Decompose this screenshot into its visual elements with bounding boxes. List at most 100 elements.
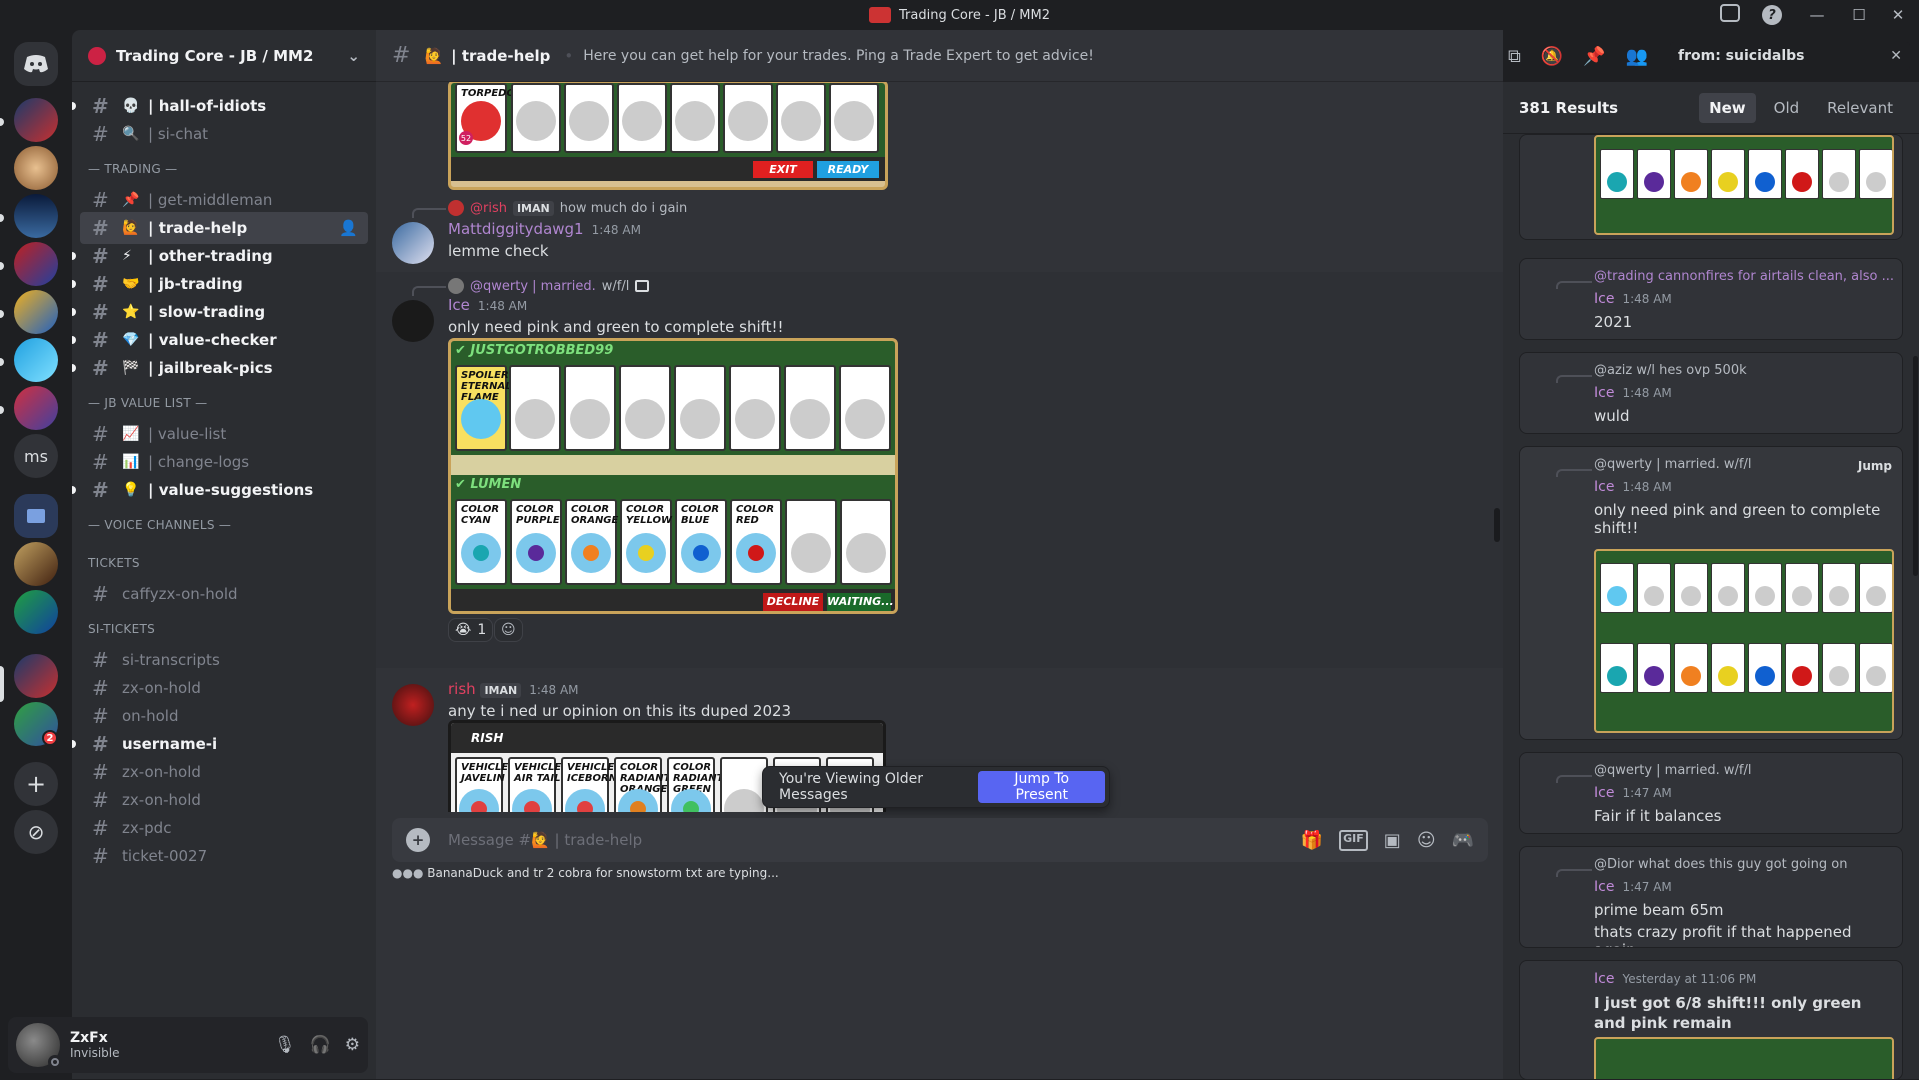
- members-icon[interactable]: 👥: [1626, 46, 1648, 67]
- server-icon-trade-core[interactable]: [14, 654, 58, 698]
- channel-item[interactable]: # caffyzx-on-hold: [80, 578, 368, 610]
- clear-search-icon[interactable]: ✕: [1890, 48, 1902, 64]
- threads-icon[interactable]: ⧉: [1508, 46, 1521, 67]
- notification-icon[interactable]: 🔕: [1541, 46, 1563, 67]
- headphones-icon[interactable]: 🎧: [310, 1035, 331, 1055]
- server-icon-4[interactable]: [14, 242, 58, 286]
- channel-category[interactable]: SI-TICKETS: [88, 622, 155, 636]
- trader-name: ✔ JUSTGOTROBBED99: [455, 343, 614, 358]
- message-author[interactable]: Mattdiggitydawg1 1:48 AM: [448, 220, 641, 238]
- emoji-icon[interactable]: ☺: [1417, 830, 1436, 851]
- hashtag-icon: #: [92, 122, 109, 146]
- sort-new-tab[interactable]: New: [1699, 92, 1756, 123]
- scrollbar[interactable]: [1913, 356, 1918, 576]
- message-composer[interactable]: + Message #🙋 | trade-help 🎁 GIF ▣ ☺ 🎮: [392, 818, 1488, 862]
- folder-icon[interactable]: [14, 494, 58, 538]
- server-icon-jailbreak[interactable]: [14, 542, 58, 586]
- search-input[interactable]: from: suicidalbs ✕: [1670, 42, 1910, 70]
- user-panel: ZxFx Invisible 🎙 🎧 ⚙: [8, 1017, 368, 1073]
- channel-category[interactable]: TICKETS: [88, 556, 140, 570]
- help-icon[interactable]: ?: [1751, 5, 1793, 26]
- channel-emoji: 💎: [122, 332, 140, 348]
- server-icon-7[interactable]: [14, 386, 58, 430]
- reply-author: @rish: [470, 200, 507, 216]
- sort-relevant-tab[interactable]: Relevant: [1817, 93, 1903, 123]
- trade-screenshot[interactable]: ✔ JUSTGOTROBBED99 SPOILER ETERNAL FLAME …: [448, 338, 898, 614]
- avatar[interactable]: [392, 222, 434, 264]
- message-author[interactable]: Ice 1:48 AM: [448, 296, 527, 314]
- microphone-icon[interactable]: 🎙: [274, 1035, 296, 1055]
- server-icon-2[interactable]: [14, 146, 58, 190]
- gift-icon[interactable]: 🎁: [1301, 830, 1323, 851]
- server-icon-jb[interactable]: [14, 590, 58, 634]
- search-result[interactable]: [1519, 134, 1903, 240]
- server-badge-icon: [88, 46, 106, 65]
- discord-home-icon[interactable]: [14, 42, 58, 86]
- search-result[interactable]: @qwerty | married. w/f/l Jump Ice 1:48 AM…: [1519, 446, 1903, 740]
- search-result[interactable]: @qwerty | married. w/f/l Ice 1:47 AM Fair…: [1519, 752, 1903, 834]
- sort-old-tab[interactable]: Old: [1764, 93, 1810, 123]
- message-input[interactable]: Message #🙋 | trade-help: [448, 831, 642, 849]
- discover-icon[interactable]: ⊘: [14, 810, 58, 854]
- avatar[interactable]: [392, 684, 434, 726]
- channel-item[interactable]: # ticket-0027: [80, 840, 368, 872]
- item-circle: [736, 533, 776, 573]
- message-author[interactable]: rish IMAN 1:48 AM: [448, 680, 579, 698]
- chat-scrollbar[interactable]: [1494, 508, 1500, 542]
- ready-button[interactable]: READY: [817, 161, 879, 178]
- server-header[interactable]: Trading Core - JB / MM2 ⌄: [72, 30, 376, 82]
- jump-button[interactable]: Jump: [1858, 459, 1892, 473]
- attach-plus-icon[interactable]: +: [406, 828, 430, 852]
- hashtag-icon: #: [92, 478, 109, 502]
- channel-category[interactable]: — VOICE CHANNELS —: [88, 518, 231, 532]
- channel-item[interactable]: # 💡 | value-suggestions: [72, 474, 368, 506]
- minimize-button[interactable]: —: [1793, 6, 1841, 24]
- add-reaction-button[interactable]: ☺: [494, 618, 523, 642]
- avatar[interactable]: [392, 300, 434, 342]
- reaction-crying[interactable]: 😭 1: [448, 618, 494, 642]
- channel-label: | value-suggestions: [148, 481, 314, 499]
- search-result[interactable]: @aziz w/l hes ovp 500k Ice 1:48 AM wuld: [1519, 352, 1903, 434]
- server-icon-1[interactable]: [14, 98, 58, 142]
- apps-icon[interactable]: 🎮: [1452, 830, 1474, 851]
- trade-screenshot-top[interactable]: TORPEDO 52 EXIT READY: [448, 82, 888, 190]
- inbox-icon[interactable]: [1709, 4, 1751, 26]
- item-circle: [461, 533, 501, 573]
- server-rail: ms 2 + ⊘: [0, 30, 72, 1079]
- avatar[interactable]: [16, 1023, 62, 1069]
- jump-to-present-button[interactable]: Jump To Present: [978, 771, 1105, 803]
- mention-badge: 2: [42, 730, 58, 746]
- sticker-icon[interactable]: ▣: [1384, 830, 1401, 851]
- server-icon-3[interactable]: [14, 194, 58, 238]
- channel-category[interactable]: — TRADING —: [88, 162, 177, 176]
- close-window-button[interactable]: ✕: [1877, 6, 1919, 24]
- gif-icon[interactable]: GIF: [1339, 829, 1368, 851]
- add-member-icon[interactable]: 👤: [339, 219, 358, 237]
- result-text: Fair if it balances: [1594, 807, 1722, 825]
- channel-topic[interactable]: Here you can get help for your trades. P…: [583, 48, 1094, 64]
- message-text: lemme check: [448, 242, 549, 260]
- item-circle: [735, 399, 775, 439]
- add-server-icon[interactable]: +: [14, 762, 58, 806]
- channel-item[interactable]: # 🏁 | jailbreak-pics: [72, 352, 368, 384]
- server-icon-6[interactable]: [14, 338, 58, 382]
- exit-button[interactable]: EXIT: [753, 161, 813, 178]
- reply-avatar: [448, 200, 464, 216]
- channel-category[interactable]: — JB VALUE LIST —: [88, 396, 207, 410]
- channel-label: zx-pdc: [122, 819, 172, 837]
- server-icon-5[interactable]: [14, 290, 58, 334]
- pin-icon[interactable]: 📌: [1583, 46, 1605, 67]
- server-ms[interactable]: ms: [14, 434, 58, 478]
- item-circle: [570, 399, 610, 439]
- channel-item[interactable]: # 🔍 | si-chat: [80, 118, 368, 150]
- search-result[interactable]: Ice Yesterday at 11:06 PM I just got 6/8 …: [1519, 960, 1903, 1080]
- gear-icon[interactable]: ⚙: [345, 1035, 360, 1055]
- search-result[interactable]: @Dior what does this guy got going on Ic…: [1519, 846, 1903, 948]
- reply-preview[interactable]: @rish IMAN how much do i gain: [448, 200, 687, 216]
- channel-emoji: 💡: [122, 482, 140, 498]
- search-result[interactable]: @trading cannonfires for airtails clean,…: [1519, 258, 1903, 340]
- message-time: 1:48 AM: [591, 223, 641, 237]
- decline-button[interactable]: DECLINE: [763, 593, 823, 611]
- reply-preview[interactable]: @qwerty | married. w/f/l: [448, 278, 650, 294]
- maximize-button[interactable]: ☐: [1841, 6, 1877, 24]
